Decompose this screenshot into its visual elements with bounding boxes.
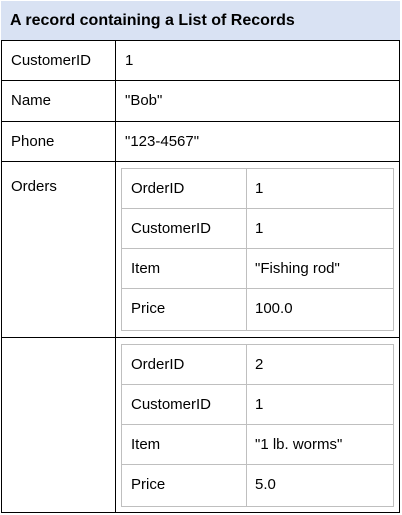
order-label: OrderID bbox=[131, 356, 185, 373]
order-label: Price bbox=[131, 300, 166, 317]
column-divider bbox=[115, 41, 116, 513]
order-label: Item bbox=[131, 436, 161, 453]
order-label: CustomerID bbox=[131, 396, 212, 413]
order-value: 1 bbox=[255, 396, 264, 413]
order-label: CustomerID bbox=[131, 220, 212, 237]
row-phone: Phone "123-4567" bbox=[1, 122, 400, 162]
order-row: Item "1 lb. worms" bbox=[122, 425, 393, 465]
orders-label: Orders bbox=[11, 178, 57, 195]
order-value: 1 bbox=[255, 180, 264, 197]
order-table-1: OrderID 1 CustomerID 1 Item "Fishing rod… bbox=[121, 168, 394, 331]
order-row: Price 100.0 bbox=[122, 289, 393, 329]
order-row: CustomerID 1 bbox=[122, 209, 393, 249]
table-title: A record containing a List of Records bbox=[1, 1, 400, 41]
order-row: Price 5.0 bbox=[122, 465, 393, 505]
order-label: Price bbox=[131, 476, 166, 493]
row-label: Name bbox=[11, 92, 52, 109]
order-value: 1 bbox=[255, 220, 264, 237]
order-value: 2 bbox=[255, 356, 264, 373]
order-value: 100.0 bbox=[255, 300, 293, 317]
order-table-2: OrderID 2 CustomerID 1 Item "1 lb. worms… bbox=[121, 344, 394, 507]
row-name: Name "Bob" bbox=[1, 81, 400, 122]
row-label: Phone bbox=[11, 133, 55, 150]
order-label: OrderID bbox=[131, 180, 185, 197]
row-value: 1 bbox=[125, 52, 134, 69]
row-label: CustomerID bbox=[11, 52, 92, 69]
order-row: CustomerID 1 bbox=[122, 385, 393, 425]
row-customerid: CustomerID 1 bbox=[1, 41, 400, 81]
row-value: "123-4567" bbox=[125, 133, 200, 150]
order-row: Item "Fishing rod" bbox=[122, 249, 393, 289]
order-value: "Fishing rod" bbox=[255, 260, 340, 277]
order-row: OrderID 1 bbox=[122, 169, 393, 209]
order-value: 5.0 bbox=[255, 476, 276, 493]
order-value: "1 lb. worms" bbox=[255, 436, 343, 453]
row-value: "Bob" bbox=[125, 92, 163, 109]
order-label: Item bbox=[131, 260, 161, 277]
order-row: OrderID 2 bbox=[122, 345, 393, 385]
